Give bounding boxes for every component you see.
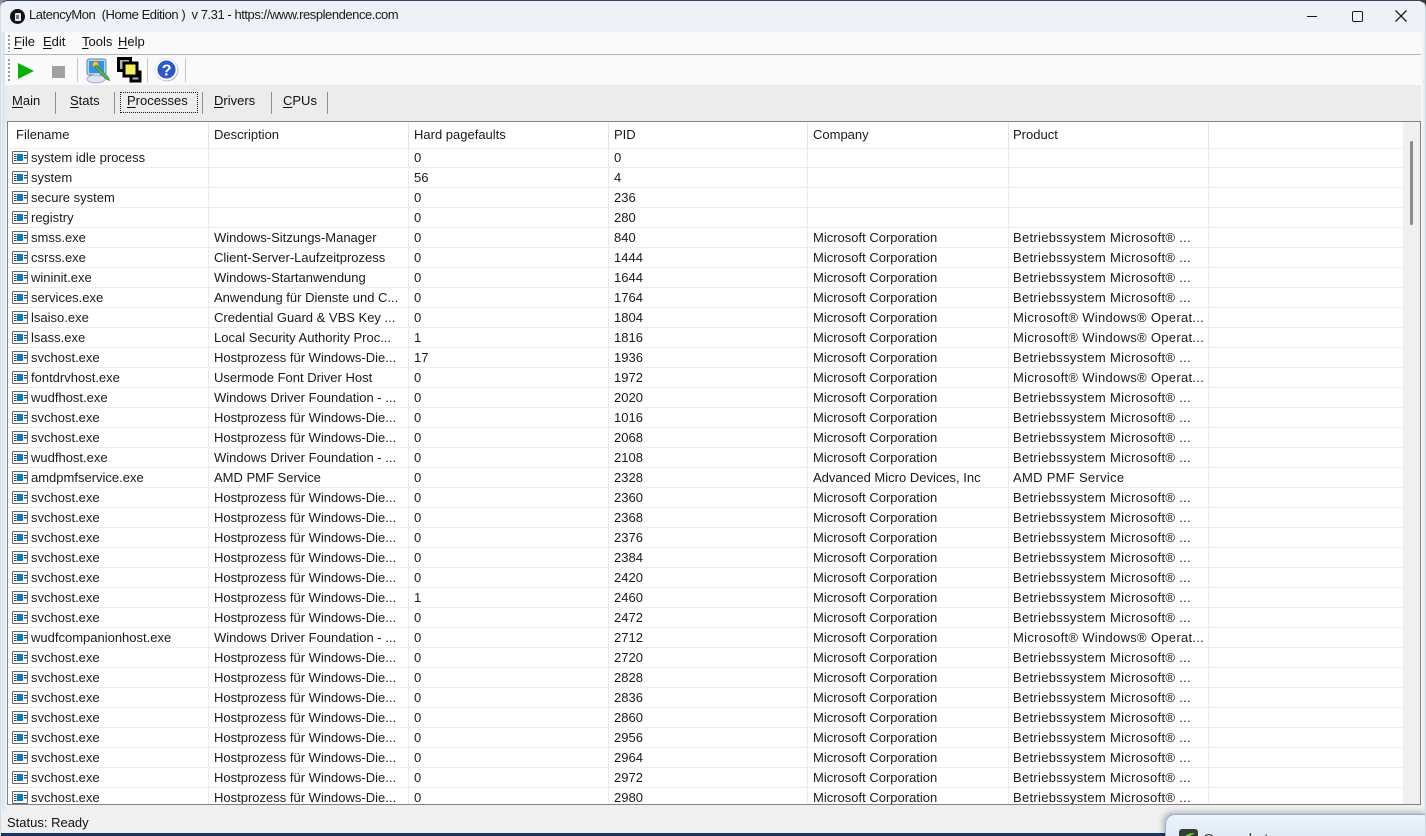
svg-text:?: ? bbox=[162, 63, 172, 80]
